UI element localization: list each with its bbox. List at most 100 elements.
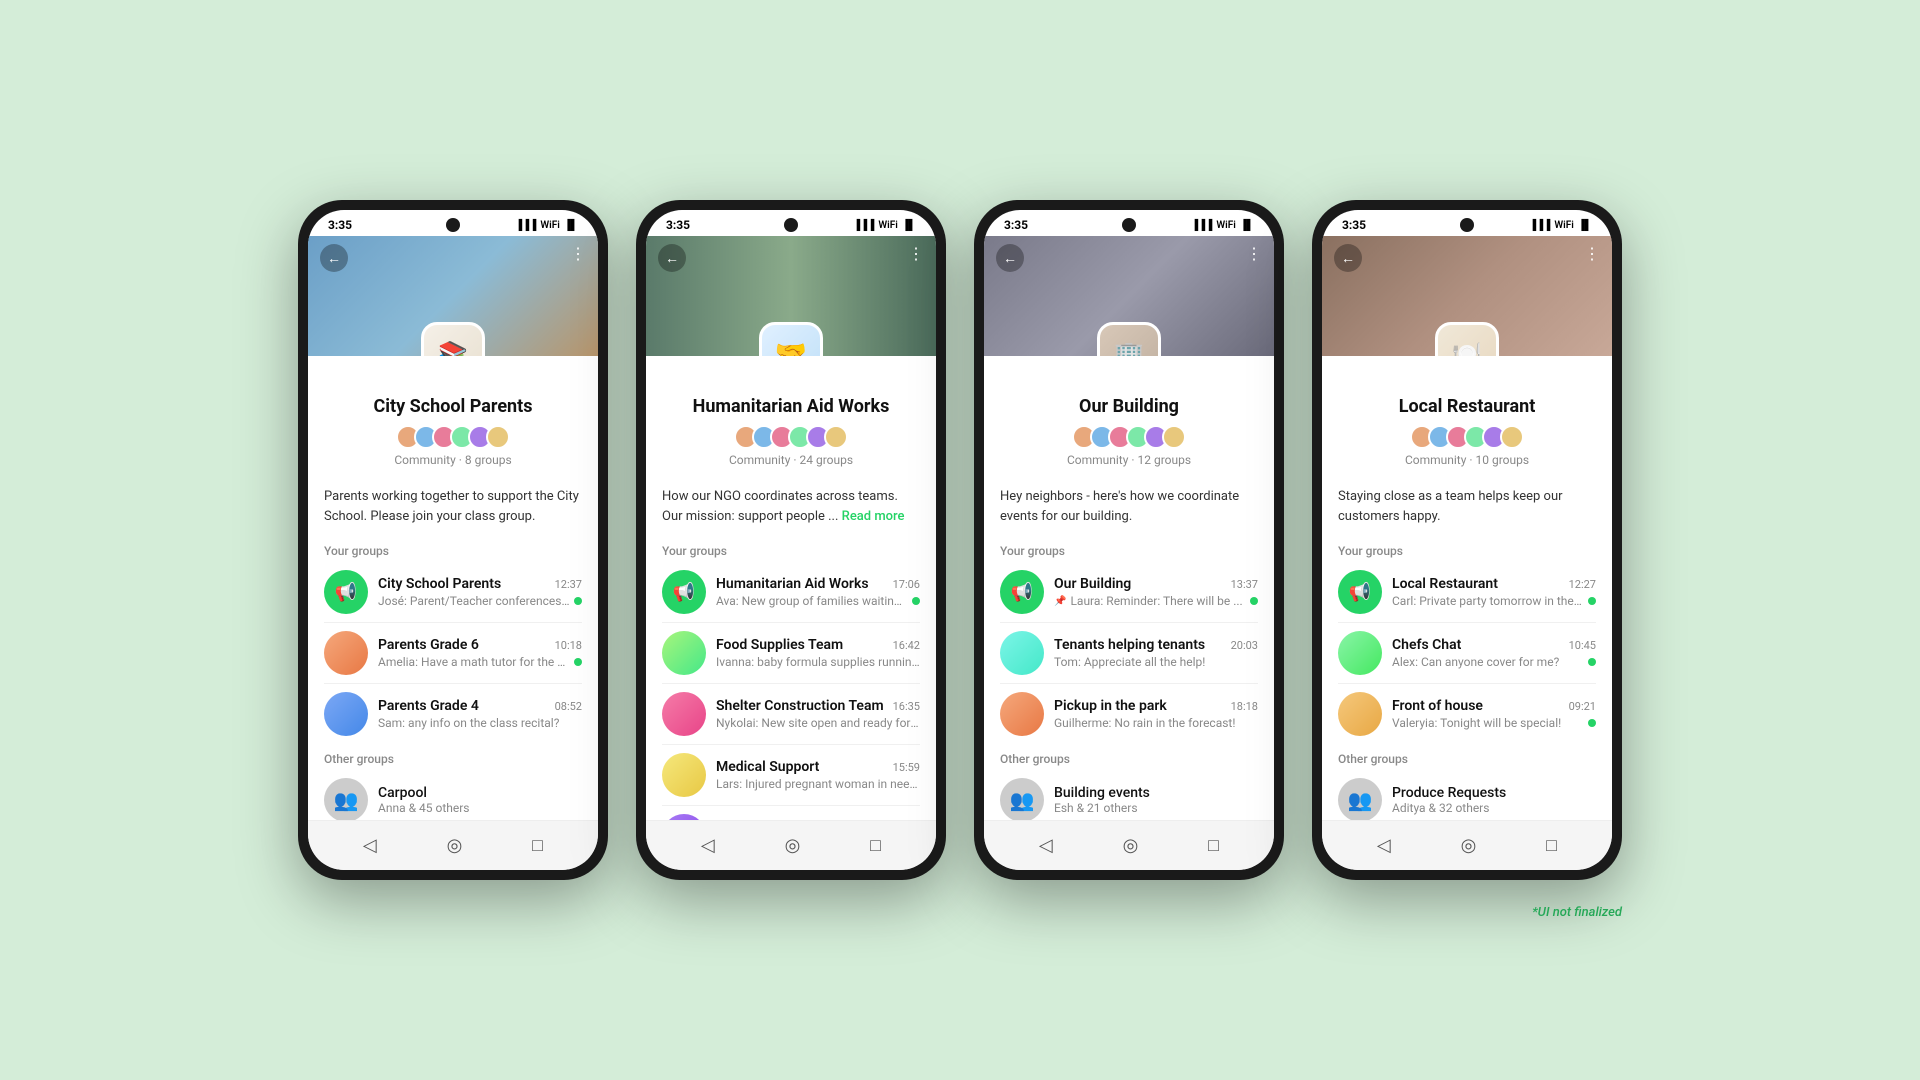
community-description: How our NGO coordinates across teams. Ou… xyxy=(646,479,936,536)
recents-nav-button[interactable]: □ xyxy=(1534,831,1569,860)
navigation-bar: ◁ ◎ □ xyxy=(984,820,1274,870)
group-time: 10:18 xyxy=(555,639,582,652)
header-image: ← ⋮ 🤝 xyxy=(646,236,936,356)
group-name: Our Building xyxy=(1054,576,1131,592)
community-meta: Community · 10 groups xyxy=(1338,453,1596,467)
other-group-item[interactable]: 👥CarpoolAnna & 45 others xyxy=(308,770,598,820)
community-avatar: 📚 xyxy=(421,322,485,356)
status-bar: 3:35 ▐▐▐ WiFi ▐▌ xyxy=(308,210,598,236)
phone-local-restaurant: 3:35 ▐▐▐ WiFi ▐▌ ←⋮🍽️Local RestaurantCom… xyxy=(1312,200,1622,880)
back-nav-button[interactable]: ◁ xyxy=(1027,831,1065,860)
member-avatars xyxy=(1338,425,1596,449)
home-nav-button[interactable]: ◎ xyxy=(1449,831,1489,860)
home-nav-button[interactable]: ◎ xyxy=(773,831,813,860)
back-nav-button[interactable]: ◁ xyxy=(1365,831,1403,860)
community-description: Parents working together to support the … xyxy=(308,479,598,536)
group-preview: Lars: Injured pregnant woman in need ... xyxy=(716,777,920,791)
other-group-name: Produce Requests xyxy=(1392,785,1596,801)
group-item[interactable]: Shelter Construction Team16:35Nykolai: N… xyxy=(646,684,936,744)
group-preview: Tom: Appreciate all the help! xyxy=(1054,655,1258,669)
disclaimer-text: *UI not finalized xyxy=(1532,905,1622,920)
group-item[interactable]: Parents Grade 610:18Amelia: Have a math … xyxy=(308,623,598,683)
group-content: Front of house09:21Valeryia: Tonight wil… xyxy=(1392,698,1596,730)
group-content: Medical Support15:59Lars: Injured pregna… xyxy=(716,759,920,791)
group-avatar xyxy=(324,692,368,736)
other-group-item[interactable]: 👥 Produce RequestsAditya & 32 others xyxy=(1322,770,1612,820)
group-item[interactable]: 📢Our Building13:37📌Laura: Reminder: Ther… xyxy=(984,562,1274,622)
group-name: Tenants helping tenants xyxy=(1054,637,1205,653)
battery-icon: ▐▌ xyxy=(1578,220,1592,231)
other-group-info: Produce RequestsAditya & 32 others xyxy=(1392,785,1596,815)
back-nav-button[interactable]: ◁ xyxy=(689,831,727,860)
member-avatars xyxy=(662,425,920,449)
community-avatar: 🏢 xyxy=(1097,322,1161,356)
group-item[interactable]: Education Requests12:13Anna: Temporary s… xyxy=(646,806,936,820)
community-avatar: 🍽️ xyxy=(1435,322,1499,356)
unread-dot xyxy=(574,658,582,666)
back-nav-button[interactable]: ◁ xyxy=(351,831,389,860)
member-avatar xyxy=(824,425,848,449)
header-image: ← ⋮ 🏢 xyxy=(984,236,1274,356)
community-name: Humanitarian Aid Works xyxy=(662,396,920,417)
community-info: Our BuildingCommunity · 12 groups xyxy=(984,356,1274,479)
group-content: City School Parents12:37José: Parent/Tea… xyxy=(378,576,582,608)
member-avatar xyxy=(1500,425,1524,449)
pin-icon: 📌 xyxy=(1054,596,1066,607)
groups-scroll-area: Your groups📢Our Building13:37📌Laura: Rem… xyxy=(984,536,1274,820)
menu-button[interactable]: ⋮ xyxy=(908,244,924,263)
community-avatar: 🤝 xyxy=(759,322,823,356)
other-group-avatar: 👥 xyxy=(1338,778,1382,820)
recents-nav-button[interactable]: □ xyxy=(858,831,893,860)
group-time: 12:37 xyxy=(555,578,582,591)
status-bar: 3:35 ▐▐▐ WiFi ▐▌ xyxy=(984,210,1274,236)
community-meta: Community · 12 groups xyxy=(1000,453,1258,467)
home-nav-button[interactable]: ◎ xyxy=(1111,831,1151,860)
battery-icon: ▐▌ xyxy=(902,220,916,231)
status-bar: 3:35 ▐▐▐ WiFi ▐▌ xyxy=(646,210,936,236)
group-item[interactable]: 📢Local Restaurant12:27Carl: Private part… xyxy=(1322,562,1612,622)
group-avatar: 📢 xyxy=(662,570,706,614)
group-item[interactable]: Tenants helping tenants20:03Tom: Appreci… xyxy=(984,623,1274,683)
group-item[interactable]: Front of house09:21Valeryia: Tonight wil… xyxy=(1322,684,1612,744)
other-group-name: Carpool xyxy=(378,785,582,801)
other-group-name: Building events xyxy=(1054,785,1258,801)
group-time: 08:52 xyxy=(555,700,582,713)
recents-nav-button[interactable]: □ xyxy=(520,831,555,860)
group-item[interactable]: Parents Grade 408:52Sam: any info on the… xyxy=(308,684,598,744)
unread-dot xyxy=(574,597,582,605)
group-item[interactable]: Chefs Chat10:45Alex: Can anyone cover fo… xyxy=(1322,623,1612,683)
group-time: 12:27 xyxy=(1569,578,1596,591)
read-more-link[interactable]: Read more xyxy=(842,509,905,524)
recents-nav-button[interactable]: □ xyxy=(1196,831,1231,860)
group-item[interactable]: Food Supplies Team16:42Ivanna: baby form… xyxy=(646,623,936,683)
wifi-icon: WiFi xyxy=(878,220,897,231)
menu-button[interactable]: ⋮ xyxy=(570,244,586,263)
group-content: Tenants helping tenants20:03Tom: Appreci… xyxy=(1054,637,1258,669)
status-icons: ▐▐▐ WiFi ▐▌ xyxy=(515,220,578,231)
back-button[interactable]: ← xyxy=(320,244,348,272)
group-item[interactable]: 📢City School Parents12:37José: Parent/Te… xyxy=(308,562,598,622)
member-avatars xyxy=(1000,425,1258,449)
other-group-members: Aditya & 32 others xyxy=(1392,801,1596,815)
group-time: 10:45 xyxy=(1569,639,1596,652)
group-preview: Carl: Private party tomorrow in the ... xyxy=(1392,594,1584,608)
group-avatar xyxy=(662,692,706,736)
group-preview: Nykolai: New site open and ready for ... xyxy=(716,716,920,730)
back-button[interactable]: ← xyxy=(1334,244,1362,272)
phone-our-building: 3:35 ▐▐▐ WiFi ▐▌ ←⋮🏢Our BuildingCommunit… xyxy=(974,200,1284,880)
navigation-bar: ◁ ◎ □ xyxy=(1322,820,1612,870)
back-button[interactable]: ← xyxy=(996,244,1024,272)
group-content: Shelter Construction Team16:35Nykolai: N… xyxy=(716,698,920,730)
group-item[interactable]: Medical Support15:59Lars: Injured pregna… xyxy=(646,745,936,805)
group-preview: Amelia: Have a math tutor for the upco..… xyxy=(378,655,570,669)
menu-button[interactable]: ⋮ xyxy=(1246,244,1262,263)
unread-dot xyxy=(1588,658,1596,666)
group-preview: Valeryia: Tonight will be special! xyxy=(1392,716,1584,730)
other-group-item[interactable]: 👥Building eventsEsh & 21 others xyxy=(984,770,1274,820)
back-button[interactable]: ← xyxy=(658,244,686,272)
home-nav-button[interactable]: ◎ xyxy=(435,831,475,860)
group-item[interactable]: 📢Humanitarian Aid Works17:06Ava: New gro… xyxy=(646,562,936,622)
battery-icon: ▐▌ xyxy=(564,220,578,231)
group-item[interactable]: Pickup in the park18:18Guilherme: No rai… xyxy=(984,684,1274,744)
menu-button[interactable]: ⋮ xyxy=(1584,244,1600,263)
